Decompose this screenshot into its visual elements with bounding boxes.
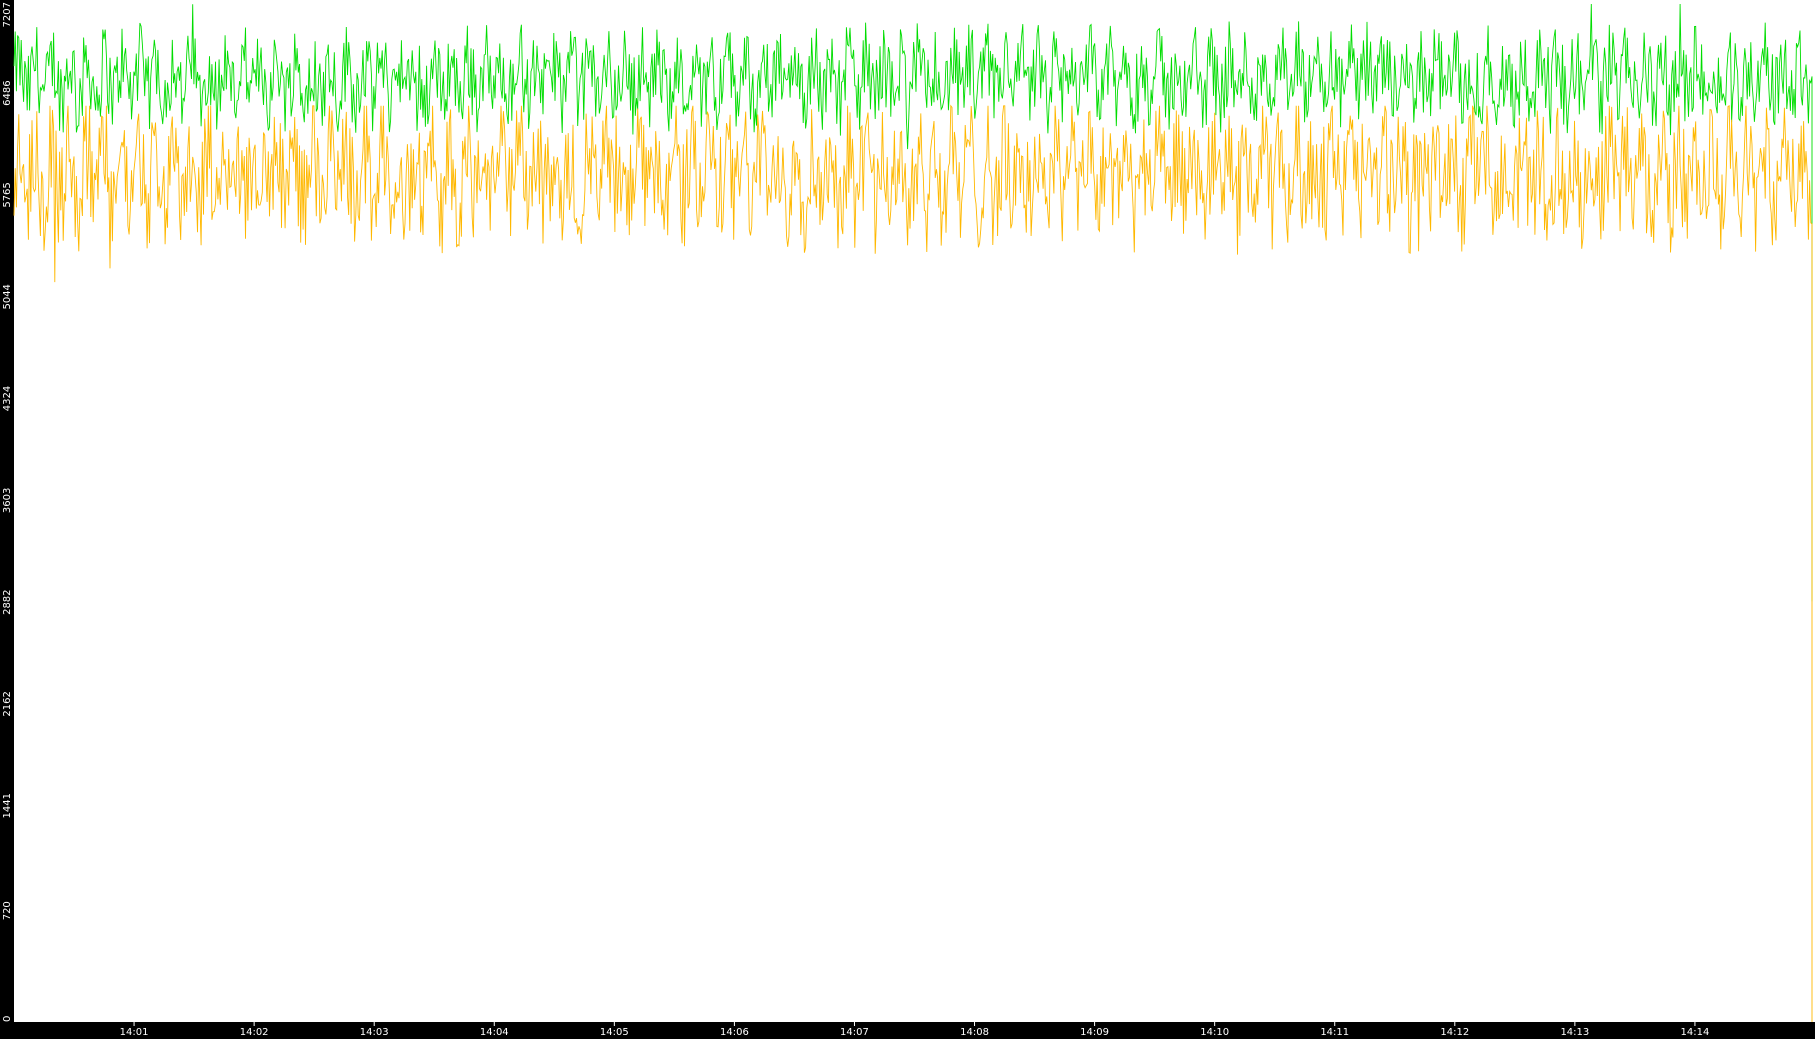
x-tick-label: 14:12 (1440, 1027, 1469, 1038)
x-tick-label: 14:06 (720, 1027, 749, 1038)
y-tick-label: 2882 (2, 589, 13, 614)
x-tick-label: 14:10 (1200, 1027, 1229, 1038)
y-tick-label: 2162 (2, 691, 13, 716)
y-axis-band (0, 0, 14, 1039)
x-tick-label: 14:07 (840, 1027, 869, 1038)
x-tick-label: 14:14 (1681, 1027, 1710, 1038)
y-tick-label: 5765 (2, 182, 13, 207)
x-tick-label: 14:03 (360, 1027, 389, 1038)
y-tick-label: 5044 (2, 284, 13, 309)
x-tick-label: 14:09 (1080, 1027, 1109, 1038)
x-tick-label: 14:02 (240, 1027, 269, 1038)
x-tick-label: 14:01 (120, 1027, 149, 1038)
y-tick-label: 7207 (2, 2, 13, 27)
x-tick-label: 14:04 (480, 1027, 509, 1038)
y-tick-label: 6486 (2, 80, 13, 105)
y-tick-label: 3603 (2, 488, 13, 513)
x-tick-label: 14:05 (600, 1027, 629, 1038)
y-tick-label: 1441 (2, 793, 13, 818)
x-tick-label: 14:13 (1560, 1027, 1589, 1038)
x-tick-label: 14:08 (960, 1027, 989, 1038)
x-tick-label: 14:11 (1320, 1027, 1349, 1038)
y-tick-label: 0 (2, 1016, 13, 1022)
line-chart: 0 720 1441 2162 2882 3603 4324 5044 5765 6486 7207… (0, 0, 1815, 1039)
x-axis-band (0, 1022, 1815, 1039)
y-tick-label: 720 (2, 901, 13, 920)
y-tick-label: 4324 (2, 386, 13, 411)
